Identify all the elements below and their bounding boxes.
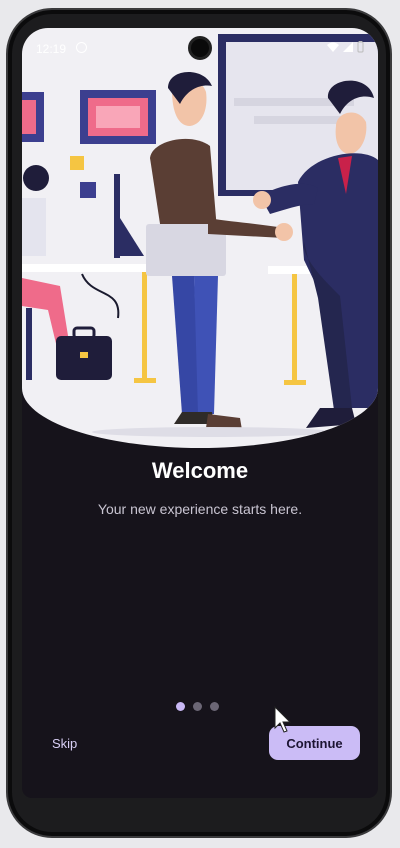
page-dot-1[interactable] xyxy=(176,702,185,711)
page-dot-2[interactable] xyxy=(193,702,202,711)
status-bar: 12:19 xyxy=(22,28,378,68)
page-dot-3[interactable] xyxy=(210,702,219,711)
front-camera xyxy=(188,36,212,60)
onboarding-title: Welcome xyxy=(151,458,249,483)
status-icons xyxy=(327,41,364,53)
page-indicator xyxy=(176,702,219,711)
wifi-icon xyxy=(327,42,339,52)
onboarding-subtitle: Your new experience starts here. xyxy=(97,501,303,517)
skip-button[interactable]: Skip xyxy=(48,734,81,753)
status-time: 12:19 xyxy=(36,42,67,56)
hero-illustration xyxy=(22,28,378,448)
mouse-cursor-icon xyxy=(274,706,292,733)
app-screen: 12:19 Welcome Your new experience starts… xyxy=(22,28,378,798)
business-handshake-illustration xyxy=(22,34,378,437)
battery-icon xyxy=(357,41,364,53)
app-notification-icon xyxy=(76,42,87,53)
signal-icon xyxy=(343,42,353,52)
